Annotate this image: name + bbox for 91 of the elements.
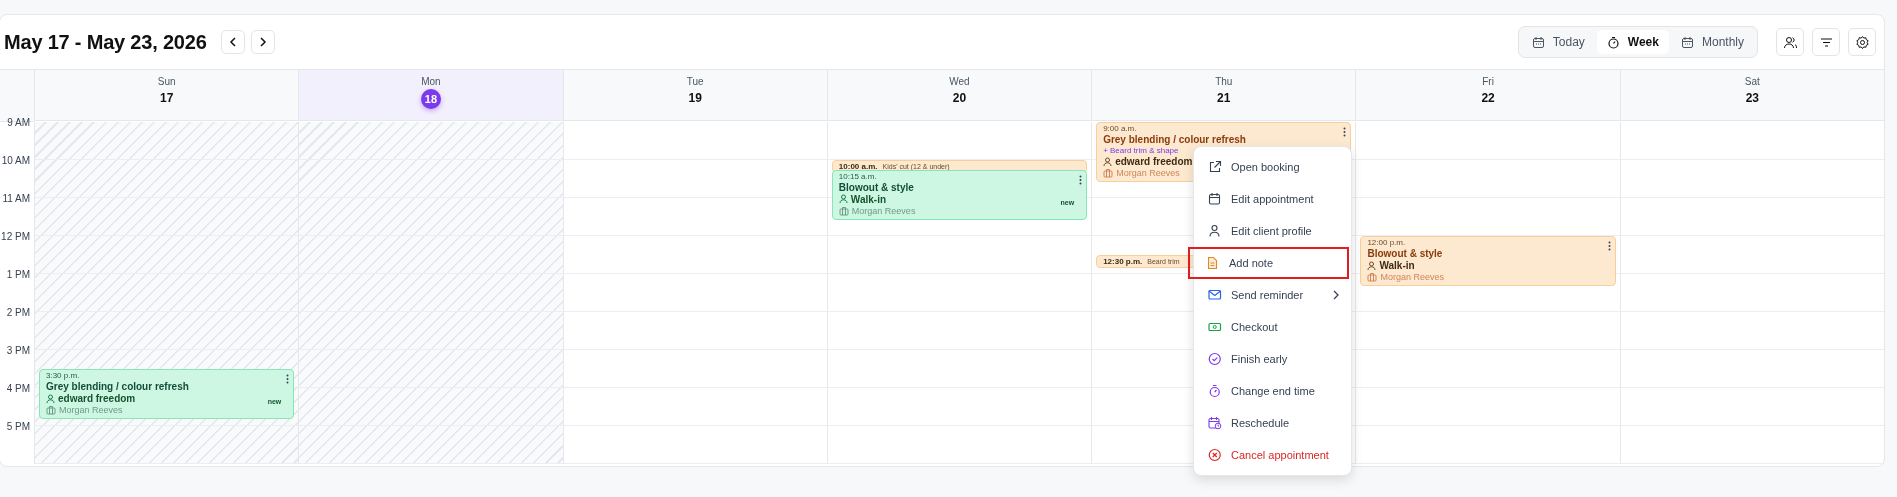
client-name: Walk-in — [850, 193, 887, 205]
hour-label: 3 PM — [6, 345, 30, 356]
briefcase-icon — [1103, 168, 1114, 178]
check-circle-icon — [1208, 352, 1222, 366]
cancel-icon — [1208, 448, 1222, 462]
day-name: Thu — [1215, 76, 1233, 87]
person-icon — [1367, 260, 1377, 271]
day-name: Fri — [1482, 76, 1494, 87]
view-tab[interactable]: Today — [1521, 30, 1595, 54]
client-name: edward freedom — [1115, 156, 1193, 167]
calendar-clock-icon — [1208, 416, 1222, 430]
hour-label: 12 PM — [1, 231, 30, 242]
menu-item[interactable]: Open booking — [1194, 151, 1351, 183]
person-icon — [46, 393, 55, 404]
day-number: 22 — [1481, 91, 1495, 105]
menu-item[interactable]: Reschedule — [1194, 407, 1351, 439]
day-name: Sun — [157, 76, 176, 87]
appointment-time: 10:15 a.m. — [838, 171, 878, 181]
appointment-time: 12:00 p.m. — [1367, 238, 1407, 247]
day-number: 17 — [159, 91, 174, 105]
menu-item[interactable]: Change end time — [1194, 375, 1351, 407]
menu-item[interactable]: Checkout — [1194, 311, 1351, 343]
banknote-icon — [1208, 320, 1222, 334]
briefcase-icon — [46, 405, 56, 415]
chevron-left-icon — [228, 37, 237, 47]
menu-item[interactable]: Add note — [1188, 247, 1349, 279]
day-number: 23 — [1745, 91, 1759, 105]
appointment-title: Blowout & style — [1367, 248, 1444, 259]
day-name: Tue — [686, 76, 704, 87]
day-number: 21 — [1217, 91, 1231, 105]
person-icon — [1103, 156, 1113, 167]
briefcase-icon — [1367, 272, 1378, 282]
hour-label: 5 PM — [6, 421, 30, 432]
more-icon[interactable] — [286, 374, 290, 384]
hour-label: 10 AM — [1, 155, 30, 166]
menu-item[interactable]: Edit appointment — [1194, 183, 1351, 215]
client-name: edward freedom — [58, 393, 136, 404]
appointment-time: 9:00 a.m. — [1103, 124, 1138, 133]
day-number: 18 — [420, 89, 441, 109]
day-name: Mon — [421, 76, 441, 87]
appointment-title: Grey blending / colour refresh — [1103, 134, 1247, 145]
people-icon — [1782, 34, 1798, 50]
menu-item[interactable]: Edit client profile — [1194, 215, 1351, 247]
menu-item[interactable]: Cancel appointment — [1194, 439, 1351, 471]
timer-icon — [1208, 384, 1222, 398]
more-icon[interactable] — [1079, 174, 1083, 185]
chevron-right-icon — [258, 37, 267, 47]
view-tab[interactable]: Monthly — [1670, 30, 1754, 54]
staff-button[interactable] — [1776, 28, 1804, 56]
client-name: Walk-in — [1379, 260, 1415, 271]
calendar-icon — [1208, 192, 1222, 206]
appointment-time: 3:30 p.m. — [46, 371, 81, 380]
add-on-service: + Beard trim & shape — [1103, 146, 1180, 155]
next-button[interactable] — [250, 30, 275, 54]
appointment-title: Blowout & style — [838, 181, 915, 193]
more-icon[interactable] — [1343, 127, 1347, 137]
settings-icon — [1854, 34, 1870, 50]
day-name: Sat — [1744, 76, 1760, 87]
external-link-icon — [1208, 160, 1222, 174]
hour-label: 11 AM — [2, 193, 30, 204]
appointment-time: 12:30 p.m. — [1103, 257, 1143, 266]
day-name: Wed — [949, 76, 970, 87]
appointment-time: 10:00 a.m. — [838, 162, 878, 171]
document-icon — [1206, 256, 1220, 270]
menu-item[interactable]: Finish early — [1194, 343, 1351, 375]
view-tab[interactable]: Week — [1596, 30, 1669, 54]
briefcase-icon — [838, 205, 849, 216]
chevron-right-icon — [1333, 290, 1339, 300]
previous-button[interactable] — [220, 30, 245, 54]
menu-item[interactable]: Send reminder — [1194, 279, 1351, 311]
filter-button[interactable] — [1812, 28, 1840, 56]
date-range-title: May 17 - May 23, 2026 — [4, 30, 207, 54]
hour-label: 9 AM — [7, 117, 30, 128]
stopwatch-icon — [1606, 35, 1620, 49]
day-number: 20 — [952, 91, 967, 105]
hour-label: 2 PM — [6, 307, 30, 318]
staff-name: Morgan Reeves — [1116, 168, 1180, 178]
staff-name: Morgan Reeves — [1380, 272, 1444, 282]
hour-label: 4 PM — [6, 383, 30, 394]
calendar-icon — [1531, 35, 1545, 49]
hour-label: 1 PM — [6, 269, 30, 280]
staff-name: Morgan Reeves — [59, 405, 123, 415]
more-icon[interactable] — [1607, 241, 1611, 251]
calendar-icon — [1680, 35, 1694, 49]
envelope-icon — [1208, 288, 1222, 302]
person-icon — [1208, 224, 1222, 238]
person-icon — [838, 194, 848, 204]
staff-name: Morgan Reeves — [851, 205, 916, 216]
day-number: 19 — [688, 91, 702, 105]
appointment-title: Grey blending / colour refresh — [46, 381, 190, 392]
settings-button[interactable] — [1848, 28, 1876, 56]
